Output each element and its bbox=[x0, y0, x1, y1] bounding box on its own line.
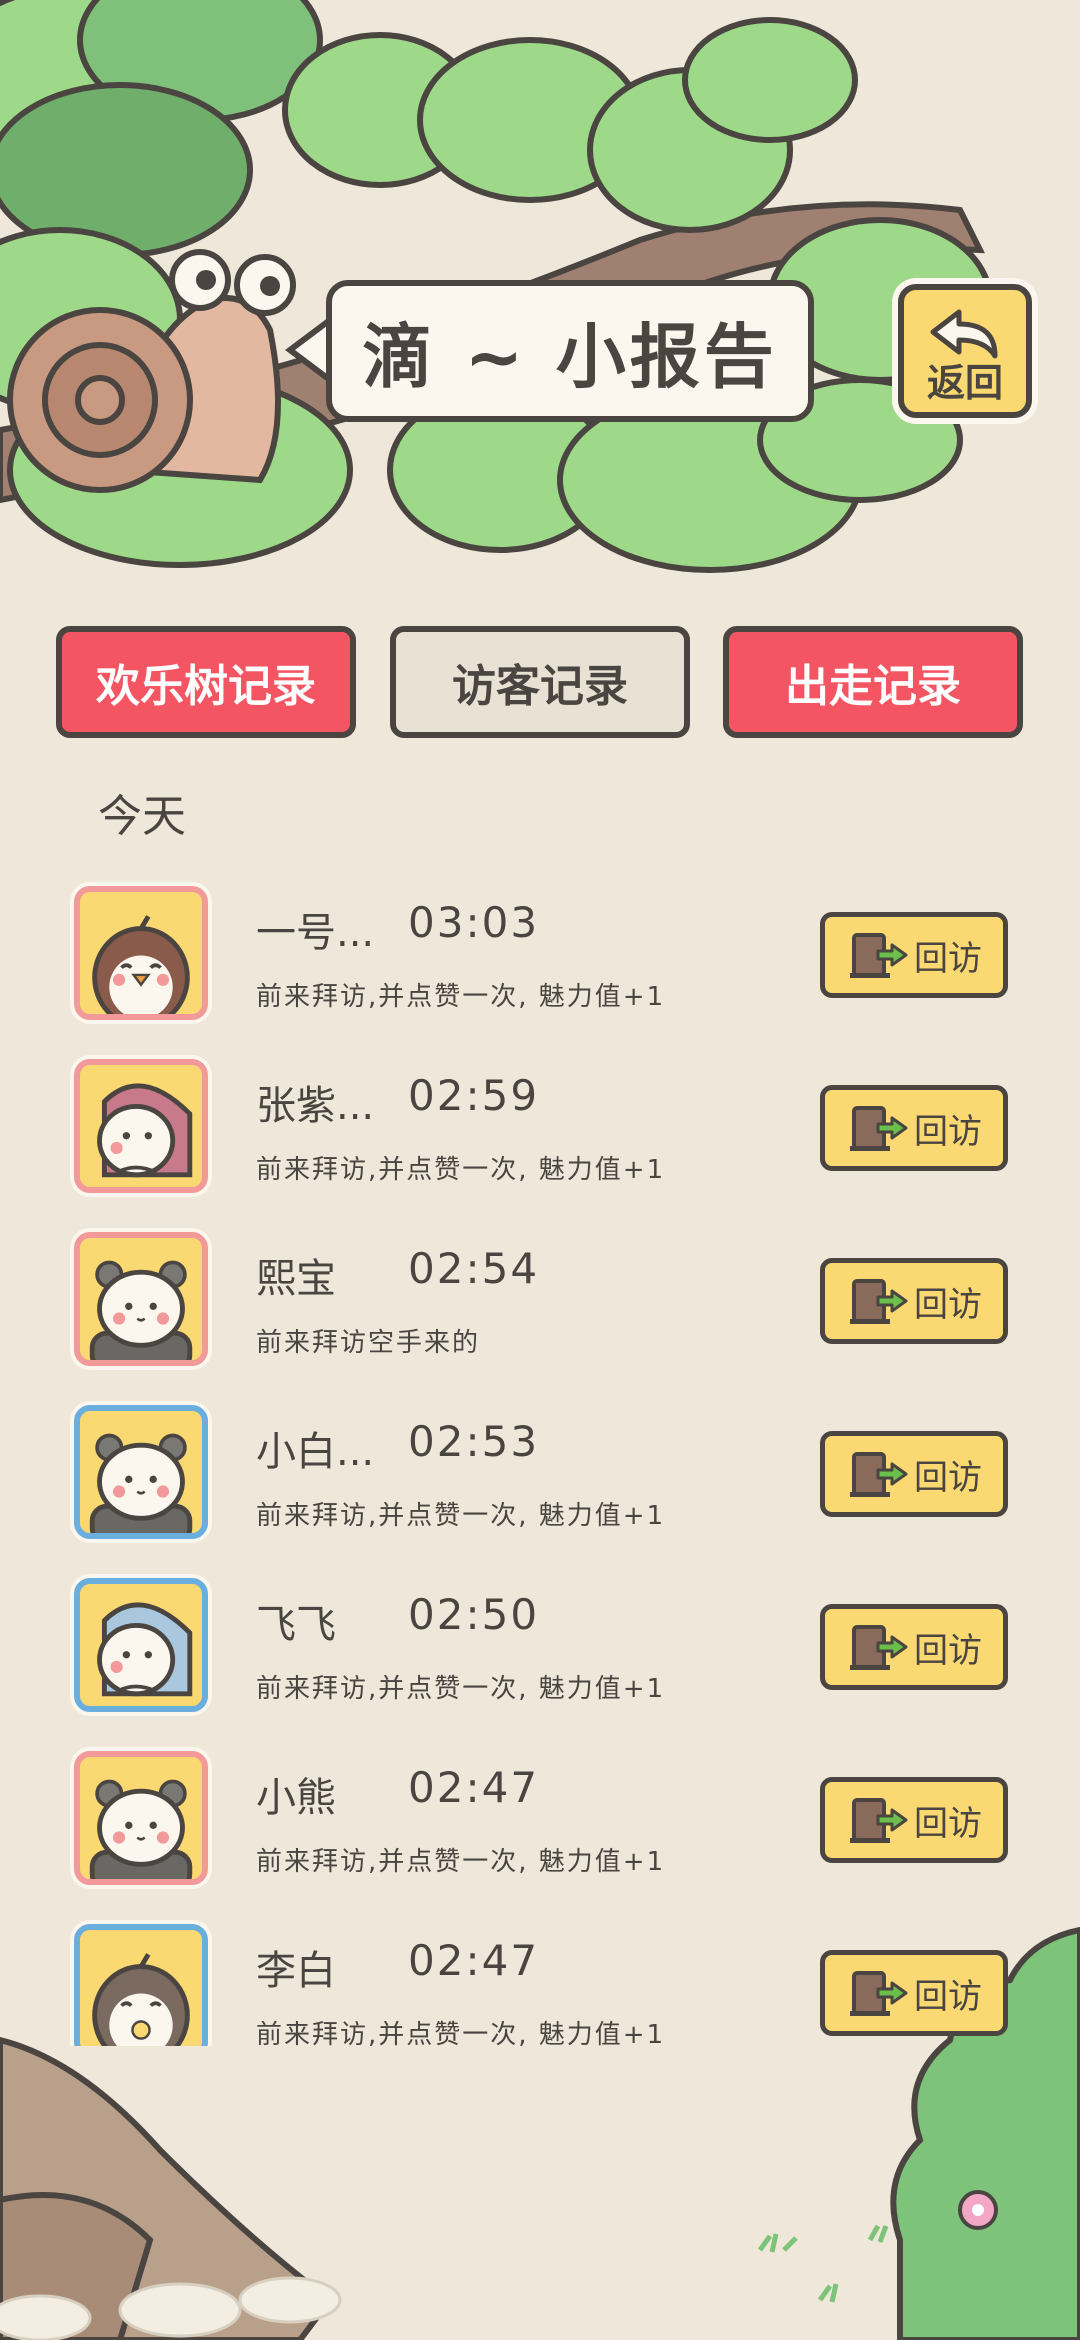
visitor-row: 一号... 03:03 前来拜访,并点赞一次, 魅力值+1 回访 bbox=[0, 860, 1080, 1033]
avatar[interactable] bbox=[74, 1059, 208, 1193]
avatar[interactable] bbox=[74, 1232, 208, 1366]
visit-message: 前来拜访,并点赞一次, 魅力值+1 bbox=[256, 1501, 666, 1531]
revisit-label: 回访 bbox=[914, 1803, 982, 1844]
visitor-row: 李白 02:47 前来拜访,并点赞一次, 魅力值+1 回访 bbox=[0, 1898, 1080, 2046]
revisit-label: 回访 bbox=[914, 1630, 982, 1671]
revisit-button[interactable]: 回访 bbox=[820, 1085, 1008, 1171]
visit-time: 02:47 bbox=[408, 1936, 540, 1985]
visitor-name: 小白... bbox=[256, 1429, 375, 1475]
tab-visitor-records[interactable]: 访客记录 bbox=[390, 626, 690, 738]
visitor-list[interactable]: 一号... 03:03 前来拜访,并点赞一次, 魅力值+1 回访 张紫... 02:59 前… bbox=[0, 860, 1080, 2046]
visit-message: 前来拜访,并点赞一次, 魅力值+1 bbox=[256, 982, 666, 1012]
back-button-label: 返回 bbox=[926, 361, 1003, 405]
hedgehog-icon bbox=[80, 1065, 202, 1187]
visit-time: 02:53 bbox=[408, 1417, 540, 1466]
revisit-label: 回访 bbox=[914, 1284, 982, 1325]
panda-icon bbox=[80, 1238, 202, 1360]
visitor-name: 熙宝 bbox=[256, 1256, 336, 1302]
panda-icon bbox=[80, 1411, 202, 1533]
visitor-row: 张紫... 02:59 前来拜访,并点赞一次, 魅力值+1 回访 bbox=[0, 1033, 1080, 1206]
visit-message: 前来拜访,并点赞一次, 魅力值+1 bbox=[256, 1155, 666, 1185]
visitor-name: 张紫... bbox=[256, 1083, 375, 1129]
visit-time: 02:50 bbox=[408, 1590, 540, 1639]
visit-time: 02:47 bbox=[408, 1763, 540, 1812]
avatar[interactable] bbox=[74, 1405, 208, 1539]
revisit-label: 回访 bbox=[914, 1457, 982, 1498]
revisit-button[interactable]: 回访 bbox=[820, 912, 1008, 998]
revisit-button[interactable]: 回访 bbox=[820, 1431, 1008, 1517]
back-button[interactable]: 返回 bbox=[898, 284, 1032, 418]
visitor-name: 李白 bbox=[256, 1948, 336, 1994]
tab-happy-tree-records[interactable]: 欢乐树记录 bbox=[56, 626, 356, 738]
visit-message: 前来拜访空手来的 bbox=[256, 1328, 481, 1358]
revisit-button[interactable]: 回访 bbox=[820, 1777, 1008, 1863]
revisit-label: 回访 bbox=[914, 938, 982, 979]
avatar[interactable] bbox=[74, 1578, 208, 1712]
visit-message: 前来拜访,并点赞一次, 魅力值+1 bbox=[256, 2020, 666, 2046]
door-icon bbox=[846, 1102, 908, 1154]
door-icon bbox=[846, 1448, 908, 1500]
avatar[interactable] bbox=[74, 1924, 208, 2046]
door-icon bbox=[846, 1275, 908, 1327]
door-icon bbox=[846, 1621, 908, 1673]
door-icon bbox=[846, 1794, 908, 1846]
visit-time: 02:54 bbox=[408, 1244, 540, 1293]
section-title-today: 今天 bbox=[98, 791, 186, 842]
revisit-button[interactable]: 回访 bbox=[820, 1258, 1008, 1344]
revisit-label: 回访 bbox=[914, 1111, 982, 1152]
revisit-button[interactable]: 回访 bbox=[820, 1950, 1008, 2036]
visit-message: 前来拜访,并点赞一次, 魅力值+1 bbox=[256, 1674, 666, 1704]
back-arrow-icon bbox=[930, 309, 998, 359]
revisit-label: 回访 bbox=[914, 1976, 982, 2017]
visit-message: 前来拜访,并点赞一次, 魅力值+1 bbox=[256, 1847, 666, 1877]
visit-time: 03:03 bbox=[408, 898, 540, 947]
visitor-row: 小熊 02:47 前来拜访,并点赞一次, 魅力值+1 回访 bbox=[0, 1725, 1080, 1898]
avatar[interactable] bbox=[74, 886, 208, 1020]
hedgehog-blue-icon bbox=[80, 1584, 202, 1706]
visitor-name: 飞飞 bbox=[256, 1602, 336, 1648]
visitor-row: 小白... 02:53 前来拜访,并点赞一次, 魅力值+1 回访 bbox=[0, 1379, 1080, 1552]
avatar[interactable] bbox=[74, 1751, 208, 1885]
visitor-name: 小熊 bbox=[256, 1775, 336, 1821]
visit-time: 02:59 bbox=[408, 1071, 540, 1120]
visitor-row: 飞飞 02:50 前来拜访,并点赞一次, 魅力值+1 回访 bbox=[0, 1552, 1080, 1725]
visitor-name: 一号... bbox=[256, 910, 375, 956]
visitor-row: 熙宝 02:54 前来拜访空手来的 回访 bbox=[0, 1206, 1080, 1379]
penguin-pacifier-icon bbox=[80, 1930, 202, 2046]
panda-icon bbox=[80, 1757, 202, 1879]
penguin-icon bbox=[80, 892, 202, 1014]
page-title: 滴 ~ 小报告 bbox=[326, 280, 814, 422]
door-icon bbox=[846, 1967, 908, 2019]
tab-departure-records[interactable]: 出走记录 bbox=[723, 626, 1023, 738]
door-icon bbox=[846, 929, 908, 981]
revisit-button[interactable]: 回访 bbox=[820, 1604, 1008, 1690]
